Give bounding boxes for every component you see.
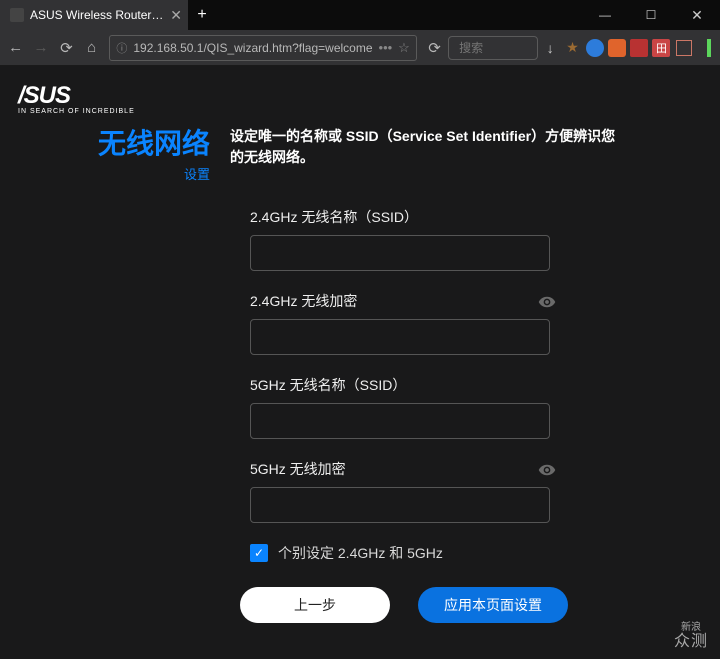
password-24-input[interactable] — [250, 319, 550, 355]
url-more-icon[interactable]: ••• — [379, 40, 393, 55]
nav-reload-button[interactable]: ⟳ — [55, 34, 78, 62]
password-24-label: 2.4GHz 无线加密 — [250, 291, 618, 311]
extension-star-icon[interactable]: ★ — [562, 35, 582, 61]
nav-forward-button[interactable]: → — [29, 34, 52, 62]
tab-title: ASUS Wireless Router RT-AX56 — [30, 8, 164, 22]
logo-tagline: IN SEARCH OF INCREDIBLE — [18, 108, 135, 115]
extension-red-icon[interactable] — [629, 35, 649, 61]
url-box[interactable]: ⓘ 192.168.50.1/QIS_wizard.htm?flag=welco… — [109, 35, 416, 61]
ssid-5-input[interactable] — [250, 403, 550, 439]
window-minimize-button[interactable]: — — [582, 0, 628, 30]
site-info-icon[interactable]: ⓘ — [116, 40, 127, 56]
page-subtitle: 设置 — [98, 164, 210, 183]
separate-bands-checkbox[interactable]: ✓ — [250, 544, 268, 562]
extension-orange-icon[interactable] — [607, 35, 627, 61]
watermark-line1: 新浪 — [674, 622, 708, 633]
extension-box-icon[interactable]: 田 — [651, 35, 671, 61]
apply-button[interactable]: 应用本页面设置 — [418, 587, 568, 623]
browser-urlbar: ← → ⟳ ⌂ ⓘ 192.168.50.1/QIS_wizard.htm?fl… — [0, 30, 720, 66]
password-5-input[interactable] — [250, 487, 550, 523]
browser-titlebar: ASUS Wireless Router RT-AX56 ✕ + — ☐ ✕ — [0, 0, 720, 30]
new-tab-button[interactable]: + — [188, 0, 216, 30]
ssid-24-label: 2.4GHz 无线名称（SSID） — [250, 207, 618, 227]
extension-green-icon[interactable] — [696, 35, 716, 61]
logo-brand: /SUS — [18, 82, 135, 110]
extension-outline-icon[interactable] — [674, 35, 694, 61]
ssid-5-label: 5GHz 无线名称（SSID） — [250, 375, 618, 395]
browser-tab[interactable]: ASUS Wireless Router RT-AX56 ✕ — [0, 0, 188, 30]
search-input[interactable] — [448, 36, 538, 60]
separate-bands-label: 个别设定 2.4GHz 和 5GHz — [278, 543, 443, 563]
download-icon[interactable]: ↓ — [540, 35, 560, 61]
watermark-line2: 众测 — [674, 633, 708, 651]
close-tab-icon[interactable]: ✕ — [170, 7, 182, 24]
show-password-5-icon[interactable] — [536, 459, 558, 481]
watermark: 新浪 众测 — [674, 622, 708, 651]
url-text: 192.168.50.1/QIS_wizard.htm?flag=welcome — [133, 41, 372, 55]
wireless-form: 2.4GHz 无线名称（SSID） 2.4GHz 无线加密 5GHz 无线名称（… — [250, 207, 618, 623]
extension-sphere-icon[interactable] — [585, 35, 605, 61]
bookmark-star-icon[interactable]: ☆ — [398, 40, 410, 56]
section-header: 无线网络 设置 设定唯一的名称或 SSID（Service Set Identi… — [98, 122, 618, 183]
favicon — [10, 8, 24, 22]
ssid-24-input[interactable] — [250, 235, 550, 271]
show-password-24-icon[interactable] — [536, 291, 558, 313]
nav-home-button[interactable]: ⌂ — [80, 34, 103, 62]
page-content: /SUS IN SEARCH OF INCREDIBLE 无线网络 设置 设定唯… — [0, 66, 720, 659]
page-description: 设定唯一的名称或 SSID（Service Set Identifier）方便辨… — [230, 122, 618, 183]
previous-button[interactable]: 上一步 — [240, 587, 390, 623]
page-title: 无线网络 — [98, 122, 210, 162]
window-close-button[interactable]: ✕ — [674, 0, 720, 30]
asus-logo: /SUS IN SEARCH OF INCREDIBLE — [18, 82, 135, 115]
window-maximize-button[interactable]: ☐ — [628, 0, 674, 30]
nav-back-button[interactable]: ← — [4, 34, 27, 62]
nav-reload-2-button[interactable]: ⟳ — [423, 34, 446, 62]
password-5-label: 5GHz 无线加密 — [250, 459, 618, 479]
